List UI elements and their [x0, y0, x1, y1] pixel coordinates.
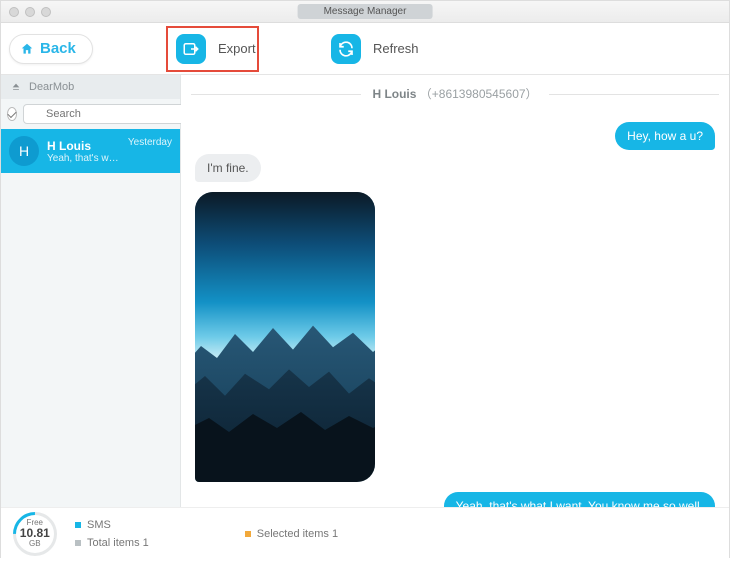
- message-sent: Hey, how a u?: [615, 122, 715, 150]
- message-sent: Yeah, that's what I want. You know me so…: [444, 492, 715, 507]
- sidebar: DearMob H H Louis Yeah, that's what I wa…: [1, 75, 181, 507]
- zoom-icon[interactable]: [41, 7, 51, 17]
- conversation-item[interactable]: H H Louis Yeah, that's what I want. You …: [1, 129, 180, 173]
- chat-contact-phone: （+8613980545607）: [420, 87, 538, 101]
- window-title: Message Manager: [298, 4, 433, 19]
- storage-unit: GB: [20, 540, 50, 548]
- export-button[interactable]: Export: [176, 34, 256, 64]
- export-icon: [176, 34, 206, 64]
- storage-gauge: Free 10.81 GB: [4, 502, 66, 564]
- legend-total: Total items 1: [75, 537, 149, 549]
- back-button[interactable]: Back: [9, 34, 93, 64]
- export-label: Export: [218, 41, 256, 56]
- conversation-time: Yesterday: [128, 137, 172, 148]
- device-row[interactable]: DearMob: [1, 75, 180, 99]
- conversation-name: H Louis: [47, 139, 120, 153]
- minimize-icon[interactable]: [25, 7, 35, 17]
- device-name: DearMob: [29, 81, 74, 93]
- avatar: H: [9, 136, 39, 166]
- chat-header: H Louis （+8613980545607）: [181, 75, 729, 112]
- search-input[interactable]: [23, 104, 189, 124]
- chat-contact-name: H Louis: [372, 87, 416, 101]
- search-row: [1, 99, 180, 129]
- back-label: Back: [40, 40, 76, 57]
- legend-sms: SMS: [75, 519, 149, 531]
- refresh-icon: [331, 34, 361, 64]
- titlebar: Message Manager: [1, 1, 729, 23]
- storage-size: 10.81: [20, 527, 50, 540]
- status-bar: Free 10.81 GB SMS Total items 1 Selected…: [1, 507, 729, 559]
- eject-icon: [11, 82, 21, 92]
- window-controls[interactable]: [9, 7, 51, 17]
- conversation-preview: Yeah, that's what I want. You kno...: [47, 153, 120, 164]
- refresh-button[interactable]: Refresh: [331, 34, 419, 64]
- legend-selected: Selected items 1: [245, 528, 338, 540]
- close-icon[interactable]: [9, 7, 19, 17]
- messages-area[interactable]: Hey, how a u? I'm fine. Yeah, that's wha…: [181, 112, 729, 507]
- chat-pane: H Louis （+8613980545607） Hey, how a u? I…: [181, 75, 729, 507]
- home-icon: [20, 42, 34, 56]
- message-received: I'm fine.: [195, 154, 261, 182]
- refresh-label: Refresh: [373, 41, 419, 56]
- select-all-checkbox[interactable]: [7, 107, 17, 121]
- toolbar: Back Export Refresh: [1, 23, 729, 75]
- message-image[interactable]: [195, 192, 375, 482]
